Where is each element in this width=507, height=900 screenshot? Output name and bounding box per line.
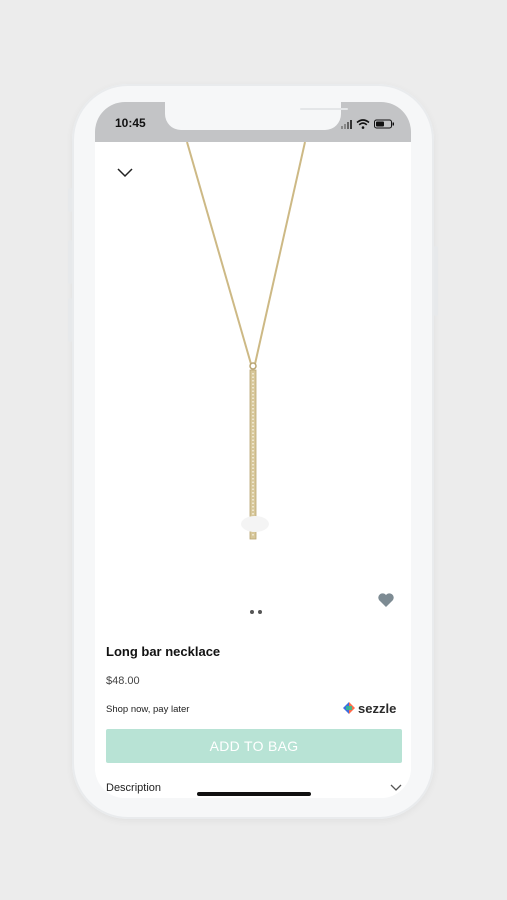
product-detail-page: Long bar necklace $48.00 Shop now, pay l… [95,142,411,798]
phone-volume-down-button [68,298,72,342]
sezzle-logo: sezzle [343,700,396,716]
add-to-bag-button[interactable]: ADD TO BAG [106,729,402,763]
phone-power-button [434,246,438,316]
pagination-dot[interactable] [258,610,262,614]
signal-icon [341,120,352,129]
home-indicator [197,792,311,796]
phone-frame: 10:45 Long bar necklace $48.00 Shop now,… [68,84,438,819]
description-label: Description [106,782,162,794]
pagination-dot[interactable] [250,610,254,614]
phone-screen: 10:45 Long bar necklace $48.00 Shop now,… [95,102,411,798]
sezzle-logo-icon [343,702,355,714]
image-pagination-dots [250,601,266,619]
heart-icon[interactable] [377,592,395,608]
status-bar: 10:45 [95,102,411,142]
battery-icon [374,119,394,129]
product-title: Long bar necklace [106,644,221,659]
wifi-icon [356,119,370,129]
product-image[interactable] [175,142,335,572]
status-time: 10:45 [115,116,146,130]
speaker-grille [300,108,348,110]
status-icons [341,116,397,129]
sezzle-logo-text: sezzle [358,700,397,716]
phone-side-button [68,188,72,212]
phone-volume-up-button [68,240,72,284]
shop-later-text: Shop now, pay later [106,704,190,715]
chevron-down-icon[interactable] [390,784,402,792]
chevron-down-icon[interactable] [115,164,135,180]
notch [165,102,348,130]
product-price: $48.00 [106,675,140,687]
